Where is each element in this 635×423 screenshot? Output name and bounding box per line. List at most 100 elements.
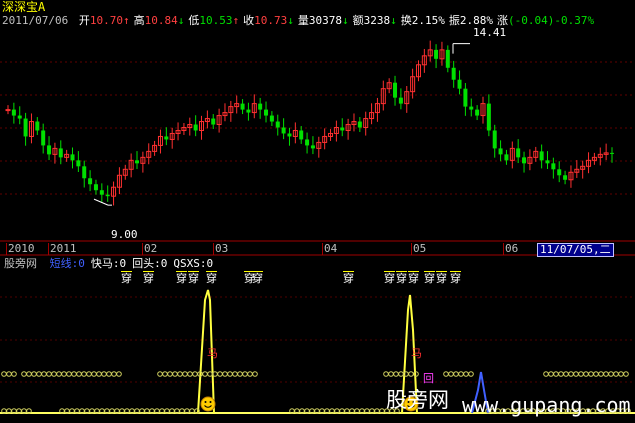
marker-char: 穿 — [450, 272, 461, 285]
marker-char: 穿 — [436, 272, 447, 285]
candle-body — [287, 133, 292, 137]
watermark-brand: 股旁网 — [386, 388, 449, 412]
quote-field-3: 收10.73↓ — [243, 14, 294, 27]
candle-body — [492, 130, 497, 149]
indicator-dot — [81, 371, 87, 377]
indicator-dot — [101, 371, 107, 377]
candle-body — [5, 109, 11, 112]
marker-char: 穿 — [143, 272, 154, 285]
indicator-dot — [588, 371, 594, 377]
smiley-icon — [200, 396, 216, 412]
quote-field-label: 收 — [243, 14, 255, 27]
candle-body — [340, 127, 345, 131]
indicator-dot — [558, 371, 564, 377]
marker-char: 穿 — [424, 272, 435, 285]
candle-body — [17, 115, 22, 119]
indicator-dot — [157, 371, 163, 377]
candle-body — [463, 88, 468, 107]
quote-field-arrow: ↑ — [122, 14, 130, 27]
marker-char: 穿 — [384, 272, 395, 285]
signal-text-2: 马 — [411, 347, 422, 360]
candle-body — [299, 130, 304, 140]
marker-overline — [450, 271, 461, 272]
marker-overline — [188, 271, 199, 272]
quote-field-value: 10.70 — [89, 14, 123, 27]
quote-field-value: (-0.04)-0.37% — [507, 14, 595, 27]
kline-chart[interactable] — [0, 0, 635, 423]
high-price-label: 14.41 — [473, 26, 507, 39]
candle-body — [35, 121, 40, 131]
quote-field-0: 开10.70↑ — [79, 14, 130, 27]
candle-body — [135, 160, 140, 164]
marker-overline — [252, 271, 263, 272]
indicator-dot — [227, 371, 233, 377]
indicator-dot — [242, 371, 248, 377]
signal-text-1: 马 — [207, 347, 218, 360]
indicator-dot — [443, 371, 449, 377]
candle-body — [70, 154, 75, 161]
indicator-header: 股旁网 短线:0 快马:0 回头:0 QSXS:0 — [4, 258, 213, 270]
indicator-dot — [578, 371, 584, 377]
indicator-dot — [448, 371, 454, 377]
indicator-dot — [463, 371, 469, 377]
indicator-dot — [76, 371, 82, 377]
signal-text-3: 回 — [423, 372, 434, 385]
low-price-label: 9.00 — [111, 228, 138, 241]
candle-body — [498, 148, 503, 155]
candle-body — [557, 169, 562, 176]
indicator-dot — [458, 371, 464, 377]
candle-body — [522, 157, 527, 164]
candle-body — [539, 151, 544, 161]
candle-body — [41, 130, 46, 146]
indicator-dot — [398, 371, 404, 377]
indicator-dot — [623, 371, 629, 377]
indicator-dot — [608, 371, 614, 377]
quote-field-4: 量30378↓ — [298, 14, 349, 27]
candle-body — [99, 190, 104, 195]
indicator-param-1: 快马:0 — [90, 257, 127, 270]
candle-body — [23, 118, 28, 137]
marker-char: 穿 — [252, 272, 263, 285]
marker-overline — [384, 271, 395, 272]
candle-body — [469, 106, 474, 110]
indicator-dot — [86, 371, 92, 377]
stock-name: 深深宝A — [2, 0, 46, 14]
indicator-dot — [393, 371, 399, 377]
indicator-dot — [408, 371, 414, 377]
indicator-dot — [583, 371, 589, 377]
quote-field-value: 2.15% — [411, 14, 445, 27]
indicator-dot — [182, 371, 188, 377]
quote-field-value: 10.84 — [144, 14, 178, 27]
quote-field-label: 振 — [448, 14, 460, 27]
indicator-dot — [187, 371, 193, 377]
candle-body — [398, 97, 403, 104]
candle-body — [610, 152, 614, 154]
quote-field-value: 3238 — [363, 14, 391, 27]
indicator-dot — [613, 371, 619, 377]
time-axis-label: 02 — [142, 242, 158, 255]
candle-body — [11, 109, 16, 116]
candle-body — [475, 109, 480, 116]
smiley-eye — [209, 401, 212, 403]
candle-body — [281, 127, 286, 134]
indicator-param-0: 短线:0 — [49, 257, 85, 270]
indicator-dot — [232, 371, 238, 377]
time-axis-label: 04 — [322, 242, 338, 255]
indicator-param-3: QSXS:0 — [173, 257, 214, 270]
candle-body — [486, 103, 491, 131]
indicator-dot — [21, 371, 27, 377]
indicator-dot — [217, 371, 223, 377]
indicator-dot — [31, 371, 37, 377]
candle-body — [88, 178, 93, 185]
indicator-dot — [593, 371, 599, 377]
candle-body — [76, 160, 81, 167]
candle-body — [551, 163, 556, 170]
marker-overline — [408, 271, 419, 272]
marker-overline — [206, 271, 217, 272]
candle-body — [246, 109, 251, 113]
indicator-dot — [11, 371, 17, 377]
quote-date: 2011/07/06 — [2, 14, 69, 27]
candle-body — [93, 184, 98, 191]
candle-body — [105, 194, 110, 197]
candle-body — [393, 82, 398, 98]
